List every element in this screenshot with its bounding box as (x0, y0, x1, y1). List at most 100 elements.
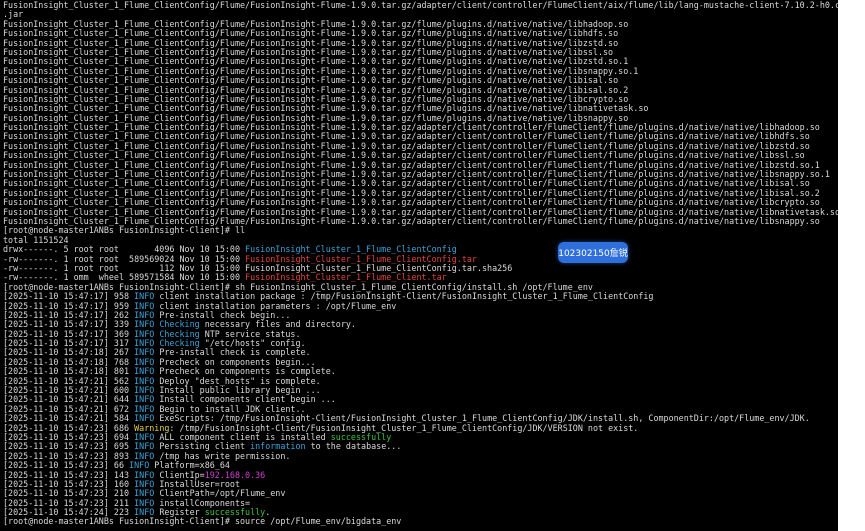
terminal-line: [2025-11-10 15:47:18] 801 INFO Precheck … (3, 367, 838, 376)
terminal-text-segment: INFO (134, 489, 155, 499)
terminal-text-segment: [2025-11-10 15:47:17] 339 (3, 320, 135, 330)
terminal-text-segment: INFO (134, 310, 155, 320)
terminal-text-segment: FusionInsight_Cluster_1_Flume_ClientConf… (3, 85, 629, 95)
terminal-text-segment: [2025-11-10 15:47:23] 893 (3, 451, 135, 461)
terminal-text-segment: [2025-11-10 15:47:21] 584 (3, 414, 135, 424)
terminal-text-segment: INFO (134, 498, 155, 508)
terminal-line: [root@node-master1ANBs FusionInsight-Cli… (3, 283, 838, 292)
terminal-text-segment: FusionInsight_Cluster_1_Flume_ClientConf… (245, 245, 457, 255)
terminal-line: FusionInsight_Cluster_1_Flume_ClientConf… (3, 29, 838, 38)
terminal-line: FusionInsight_Cluster_1_Flume_ClientConf… (3, 189, 838, 198)
terminal-text-segment: [2025-11-10 15:47:18] 267 (3, 348, 135, 358)
terminal-text-segment: "/etc/hosts" config. (199, 339, 306, 349)
terminal-line: [root@node-master1ANBs FusionInsight-Cli… (3, 226, 838, 235)
terminal-text-segment: [2025-11-10 15:47:23] 211 (3, 498, 135, 508)
terminal-output: FusionInsight_Cluster_1_Flume_ClientConf… (3, 1, 838, 527)
terminal-text-segment: client installation package : /tmp/Fusio… (154, 292, 654, 302)
terminal-text-segment: INFO (134, 376, 155, 386)
terminal-text-segment: NTP service status. (199, 329, 301, 339)
terminal-text-segment: Platform=x86_64 (149, 461, 230, 471)
terminal-text-segment: 192.168.0.36 (204, 470, 266, 480)
terminal-text-segment: FusionInsight_Cluster_1_Flume_ClientConf… (3, 76, 619, 86)
terminal-text-segment: Install components client begin ... (154, 395, 336, 405)
terminal-text-segment: INFO (134, 367, 155, 377)
terminal-text-segment: [root@node-master1ANBs FusionInsight-Cli… (3, 517, 402, 527)
terminal-text-segment: FusionInsight_Cluster_1_Flume_ClientConf… (3, 160, 820, 170)
terminal-text-segment: Register (154, 508, 205, 518)
terminal-text-segment: ClientPath=/opt/Flume_env (154, 489, 286, 499)
terminal-text-segment: [2025-11-10 15:47:17] 958 (3, 292, 135, 302)
terminal-line: [2025-11-10 15:47:17] 339 INFO Checking … (3, 320, 838, 329)
terminal-line: [2025-11-10 15:47:21] 644 INFO Install c… (3, 395, 838, 404)
terminal-text-segment: Deploy "dest_hosts" is complete. (154, 376, 321, 386)
terminal-text-segment: [2025-11-10 15:47:23] 694 (3, 432, 135, 442)
terminal-text-segment: Checking (159, 339, 200, 349)
terminal-text-segment: [2025-11-10 15:47:23] 66 (3, 461, 130, 471)
terminal-line: FusionInsight_Cluster_1_Flume_ClientConf… (3, 142, 838, 151)
terminal-line: .jar (3, 10, 838, 19)
terminal-text-segment: [2025-11-10 15:47:24] 223 (3, 508, 135, 518)
terminal-line: FusionInsight_Cluster_1_Flume_ClientConf… (3, 39, 838, 48)
terminal-text-segment: INFO (134, 432, 155, 442)
terminal-line: FusionInsight_Cluster_1_Flume_ClientConf… (3, 170, 838, 179)
terminal-line: [2025-11-10 15:47:18] 267 INFO Pre-insta… (3, 348, 838, 357)
terminal-text-segment: .jar (3, 10, 24, 20)
terminal-text-segment: successfully (204, 508, 266, 518)
terminal-line: [2025-11-10 15:47:18] 768 INFO Precheck … (3, 358, 838, 367)
terminal-line: [2025-11-10 15:47:23] 160 INFO InstallUs… (3, 480, 838, 489)
terminal-text-segment: FusionInsight_Cluster_1_Flume_ClientConf… (3, 66, 639, 76)
terminal-text-segment: INFO (134, 348, 155, 358)
terminal-text-segment: FusionInsight_Cluster_1_Flume_ClientConf… (3, 141, 810, 151)
terminal-text-segment: [2025-11-10 15:47:21] 600 (3, 386, 135, 396)
terminal-text-segment: INFO (134, 292, 155, 302)
terminal-text-segment: Checking (159, 320, 200, 330)
terminal-text-segment: Warning (134, 423, 170, 433)
terminal-text-segment: FusionInsight_Cluster_1_Flume_ClientConf… (3, 104, 649, 114)
terminal-text-segment: ExeScripts: /tmp/FusionInsight-Client/Fu… (154, 414, 810, 424)
terminal-text-segment: INFO (134, 386, 155, 396)
terminal-line: -rw-------. 1 root root 589569024 Nov 10… (3, 255, 838, 264)
terminal-text-segment: FusionInsight_Cluster_1_Flume_ClientConf… (3, 29, 619, 39)
terminal-line: [2025-11-10 15:47:17] 959 INFO client in… (3, 302, 838, 311)
terminal-text-segment: INFO (134, 404, 155, 414)
terminal-text-segment: information (250, 442, 306, 452)
terminal-line: [root@node-master1ANBs FusionInsight-Cli… (3, 517, 838, 526)
terminal-text-segment: FusionInsight_Cluster_1_Flume_ClientConf… (3, 94, 629, 104)
terminal-text-segment: [root@node-master1ANBs FusionInsight-Cli… (3, 226, 246, 236)
terminal-window[interactable]: FusionInsight_Cluster_1_Flume_ClientConf… (0, 0, 838, 531)
terminal-line: [2025-11-10 15:47:17] 958 INFO client in… (3, 292, 838, 301)
terminal-text-segment: : /tmp/FusionInsight-Client/FusionInsigh… (169, 423, 639, 433)
terminal-line: [2025-11-10 15:47:21] 584 INFO ExeScript… (3, 414, 838, 423)
terminal-line: FusionInsight_Cluster_1_Flume_ClientConf… (3, 179, 838, 188)
terminal-text-segment: [2025-11-10 15:47:18] 801 (3, 367, 135, 377)
terminal-text-segment: successfully (330, 432, 392, 442)
terminal-text-segment: to the database... (305, 442, 402, 452)
terminal-text-segment: necessary files and directory. (199, 320, 356, 330)
terminal-line: drwx------. 5 root root 4096 Nov 10 15:0… (3, 245, 838, 254)
terminal-line: [2025-11-10 15:47:23] 210 INFO ClientPat… (3, 489, 838, 498)
terminal-text-segment: [2025-11-10 15:47:23] 160 (3, 479, 135, 489)
terminal-line: FusionInsight_Cluster_1_Flume_ClientConf… (3, 104, 838, 113)
terminal-text-segment: Precheck on components is complete. (154, 367, 336, 377)
terminal-text-segment: [2025-11-10 15:47:21] 644 (3, 395, 135, 405)
terminal-text-segment: FusionInsight_Cluster_1_Flume_ClientConf… (3, 188, 820, 198)
terminal-text-segment: ALL component client is installed (154, 432, 331, 442)
terminal-text-segment: INFO (134, 451, 155, 461)
terminal-text-segment: [2025-11-10 15:47:23] 695 (3, 442, 135, 452)
terminal-text-segment: -rw-------. 1 root root 589569024 Nov 10… (3, 254, 246, 264)
terminal-line: [2025-11-10 15:47:17] 317 INFO Checking … (3, 339, 838, 348)
terminal-text-segment: Checking (159, 329, 200, 339)
terminal-line: FusionInsight_Cluster_1_Flume_ClientConf… (3, 208, 838, 217)
terminal-line: -rw-------. 1 root root 112 Nov 10 15:00… (3, 264, 838, 273)
terminal-text-segment: FusionInsight_Cluster_1_Flume_ClientConf… (3, 170, 830, 180)
terminal-text-segment: Persisting client (154, 442, 251, 452)
terminal-text-segment: FusionInsight_Cluster_1_Flume_ClientConf… (3, 216, 820, 226)
terminal-text-segment: Begin to install JDK client.. (154, 404, 306, 414)
terminal-text-segment: Install public library begin ... (154, 386, 321, 396)
terminal-text-segment: -rw-------. 1 root root 112 Nov 10 15:00… (3, 263, 513, 273)
terminal-text-segment: /tmp has write permission. (154, 451, 291, 461)
terminal-line: FusionInsight_Cluster_1_Flume_ClientConf… (3, 95, 838, 104)
terminal-text-segment: [2025-11-10 15:47:17] 959 (3, 301, 135, 311)
terminal-line: [2025-11-10 15:47:21] 562 INFO Deploy "d… (3, 377, 838, 386)
terminal-line: FusionInsight_Cluster_1_Flume_ClientConf… (3, 48, 838, 57)
